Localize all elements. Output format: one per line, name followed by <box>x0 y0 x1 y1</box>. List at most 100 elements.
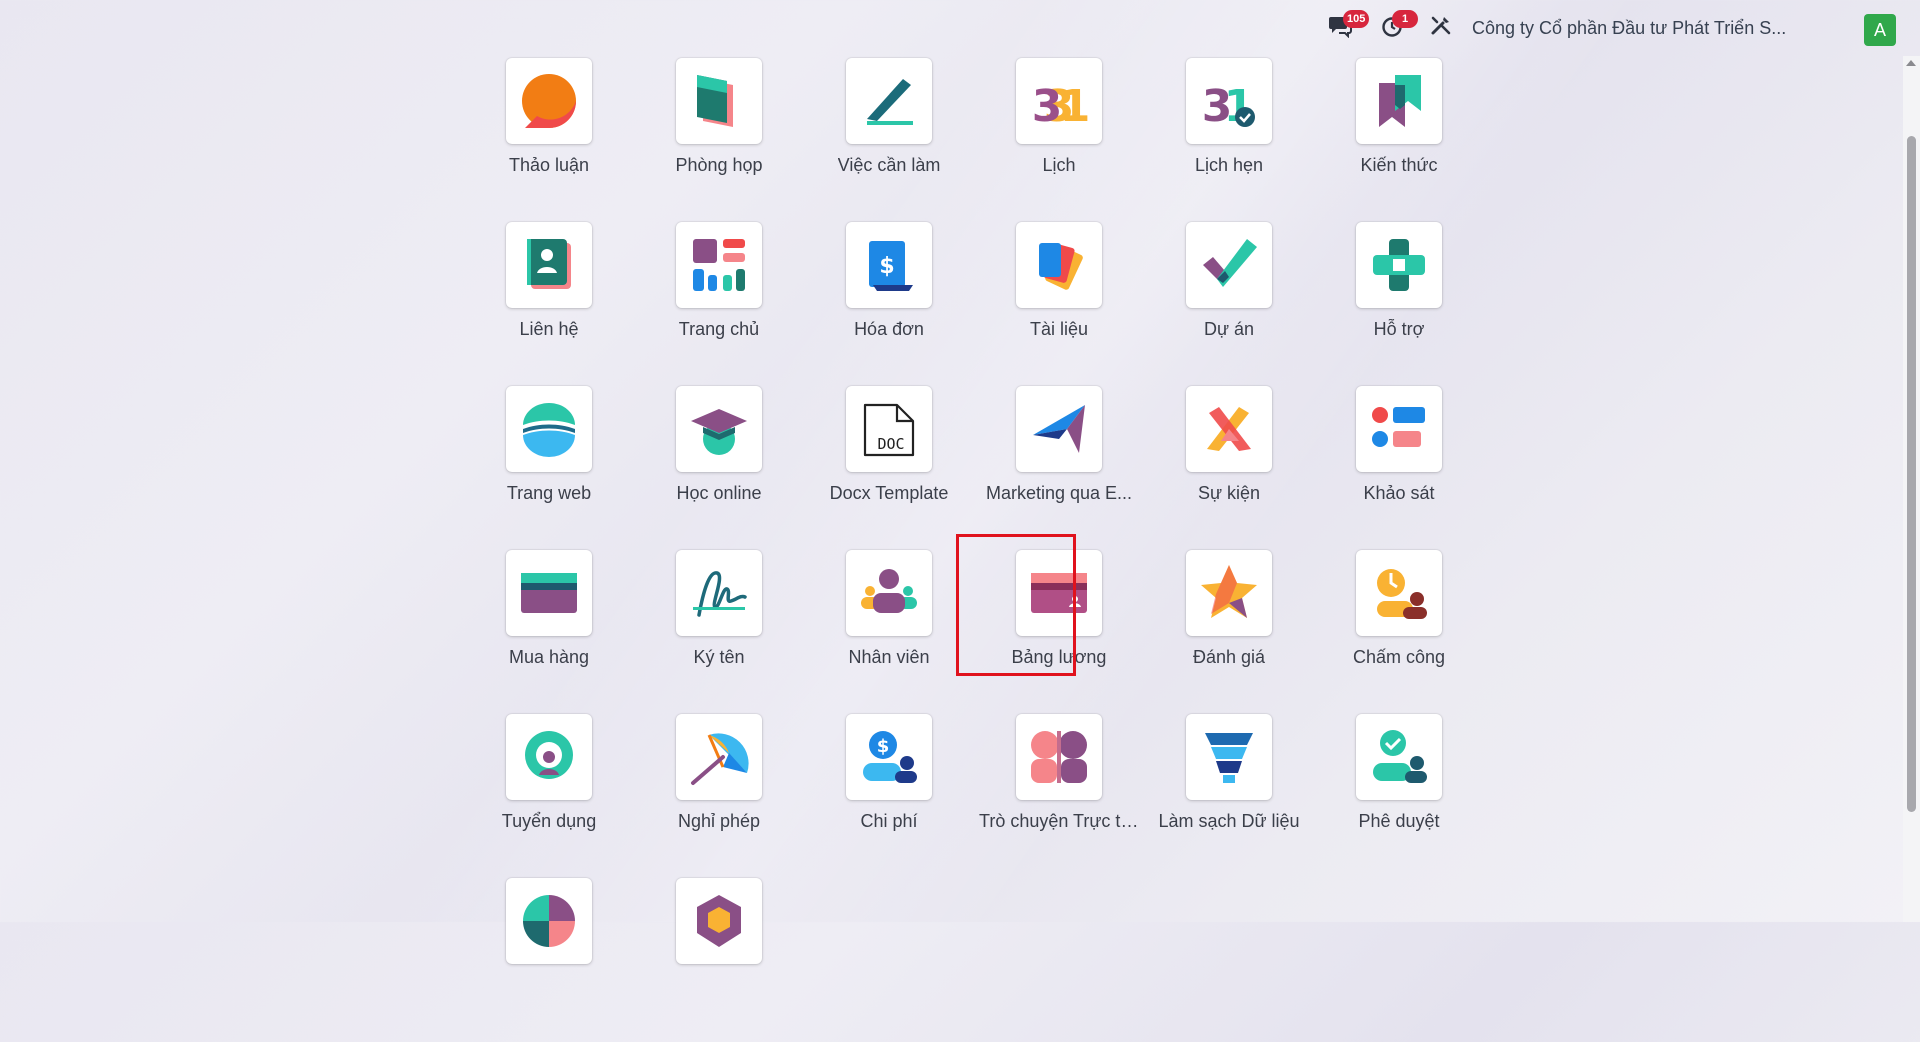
user-avatar[interactable]: A <box>1864 14 1896 46</box>
messages-button[interactable]: 105 <box>1327 10 1370 38</box>
app-email-marketing[interactable]: Marketing qua E... <box>974 386 1144 550</box>
documents-icon <box>1039 243 1083 290</box>
app-invoice[interactable]: $ Hóa đơn <box>804 222 974 386</box>
app-attendance[interactable]: Chấm công <box>1314 550 1484 714</box>
app-tile: $ <box>846 222 932 308</box>
docx-icon-text: DOC <box>877 435 904 453</box>
app-sign[interactable]: Ký tên <box>634 550 804 714</box>
app-unnamed[interactable] <box>634 878 804 1042</box>
svg-text:3: 3 <box>1032 81 1063 131</box>
calendar-icon: 3 3 1 <box>1032 81 1089 131</box>
app-tile <box>506 878 592 964</box>
purchase-icon <box>521 573 577 613</box>
svg-text:$: $ <box>877 736 890 757</box>
app-label: Phê duyệt <box>1358 811 1440 831</box>
app-label: Tuyển dụng <box>501 811 597 831</box>
app-tile <box>506 714 592 800</box>
app-tile <box>1016 714 1102 800</box>
app-project[interactable]: Dự án <box>1144 222 1314 386</box>
app-label: Marketing qua E... <box>985 483 1133 503</box>
attendance-icon <box>1377 569 1427 619</box>
app-tile <box>1356 714 1442 800</box>
app-discuss[interactable]: Thảo luận <box>464 58 634 222</box>
app-tile <box>1356 550 1442 636</box>
website-icon <box>523 403 575 457</box>
approvals-icon <box>1373 730 1427 783</box>
invoice-icon: $ <box>869 241 913 291</box>
app-tile <box>676 222 762 308</box>
employees-icon <box>861 569 917 613</box>
app-tile <box>1186 550 1272 636</box>
app-payroll[interactable]: Bảng lương <box>956 534 1144 714</box>
app-contacts[interactable]: Liên hệ <box>464 222 634 386</box>
app-docx-template[interactable]: DOC Docx Template <box>804 386 974 550</box>
app-label: Mua hàng <box>508 647 590 667</box>
app-appointment[interactable]: 3 1 Lịch hẹn <box>1144 58 1314 222</box>
app-tile <box>506 222 592 308</box>
app-elearning[interactable]: Học online <box>634 386 804 550</box>
app-tile <box>1186 386 1272 472</box>
app-todo[interactable]: Việc cần làm <box>804 58 974 222</box>
app-live-chat[interactable]: Trò chuyện Trực ti... <box>974 714 1144 878</box>
scrollbar-thumb[interactable] <box>1907 136 1916 812</box>
app-reporting[interactable] <box>464 878 634 1042</box>
app-label: Đánh giá <box>1192 647 1266 667</box>
app-label: Dự án <box>1203 319 1255 339</box>
app-tile <box>1356 386 1442 472</box>
app-label: Liên hệ <box>519 319 579 339</box>
app-label: Tài liệu <box>1029 319 1089 339</box>
app-knowledge[interactable]: Kiến thức <box>1314 58 1484 222</box>
live-chat-icon <box>1031 731 1087 783</box>
app-tile <box>846 58 932 144</box>
app-label: Hỗ trợ <box>1373 319 1425 339</box>
app-approvals[interactable]: Phê duyệt <box>1314 714 1484 878</box>
app-employees[interactable]: Nhân viên <box>804 550 974 714</box>
app-calendar[interactable]: 3 3 1 Lịch <box>974 58 1144 222</box>
app-label: Bảng lương <box>1011 647 1107 667</box>
debug-tools-button[interactable] <box>1430 14 1452 36</box>
email-marketing-icon <box>1033 405 1085 453</box>
scroll-up-arrow[interactable] <box>1906 60 1916 66</box>
app-website[interactable]: Trang web <box>464 386 634 550</box>
time-off-icon <box>691 733 749 785</box>
app-meeting-room[interactable]: Phòng họp <box>634 58 804 222</box>
expenses-icon: $ <box>863 731 917 783</box>
project-icon <box>1203 239 1257 287</box>
app-tile <box>1016 386 1102 472</box>
app-helpdesk[interactable]: Hỗ trợ <box>1314 222 1484 386</box>
docx-icon: DOC <box>863 403 915 457</box>
app-tile <box>1016 550 1102 636</box>
app-survey[interactable]: Khảo sát <box>1314 386 1484 550</box>
app-tile <box>1186 222 1272 308</box>
app-time-off[interactable]: Nghỉ phép <box>634 714 804 878</box>
app-dashboard[interactable]: Trang chủ <box>634 222 804 386</box>
app-tile <box>676 386 762 472</box>
app-data-cleaning[interactable]: Làm sạch Dữ liệu <box>1144 714 1314 878</box>
app-label: Phòng họp <box>675 155 763 175</box>
activities-badge: 1 <box>1392 10 1418 28</box>
app-events[interactable]: Sự kiện <box>1144 386 1314 550</box>
app-tile <box>1356 58 1442 144</box>
app-appraisal[interactable]: Đánh giá <box>1144 550 1314 714</box>
app-tile <box>676 58 762 144</box>
app-expenses[interactable]: $ Chi phí <box>804 714 974 878</box>
company-name: Công ty Cổ phần Đầu tư Phát Triển S... <box>1472 18 1787 38</box>
app-tile <box>506 58 592 144</box>
top-navbar: 105 1 Công ty Cổ phần Đầu tư Phát Triển … <box>920 0 1920 56</box>
app-label: Chi phí <box>860 811 918 831</box>
app-documents[interactable]: Tài liệu <box>974 222 1144 386</box>
app-label: Trang web <box>506 483 592 503</box>
app-label: Ký tên <box>693 647 745 667</box>
app-recruitment[interactable]: Tuyển dụng <box>464 714 634 878</box>
knowledge-icon <box>1379 75 1421 127</box>
app-label: Thảo luận <box>508 155 590 175</box>
activities-button[interactable]: 1 <box>1380 10 1418 38</box>
app-label: Học online <box>676 483 762 503</box>
messages-badge: 105 <box>1343 10 1370 28</box>
company-switcher[interactable]: Công ty Cổ phần Đầu tư Phát Triển S... <box>1472 18 1786 39</box>
app-purchase[interactable]: Mua hàng <box>464 550 634 714</box>
payroll-icon <box>1031 573 1087 613</box>
contacts-icon <box>527 239 571 289</box>
app-label: Làm sạch Dữ liệu <box>1158 811 1300 831</box>
app-tile <box>506 550 592 636</box>
